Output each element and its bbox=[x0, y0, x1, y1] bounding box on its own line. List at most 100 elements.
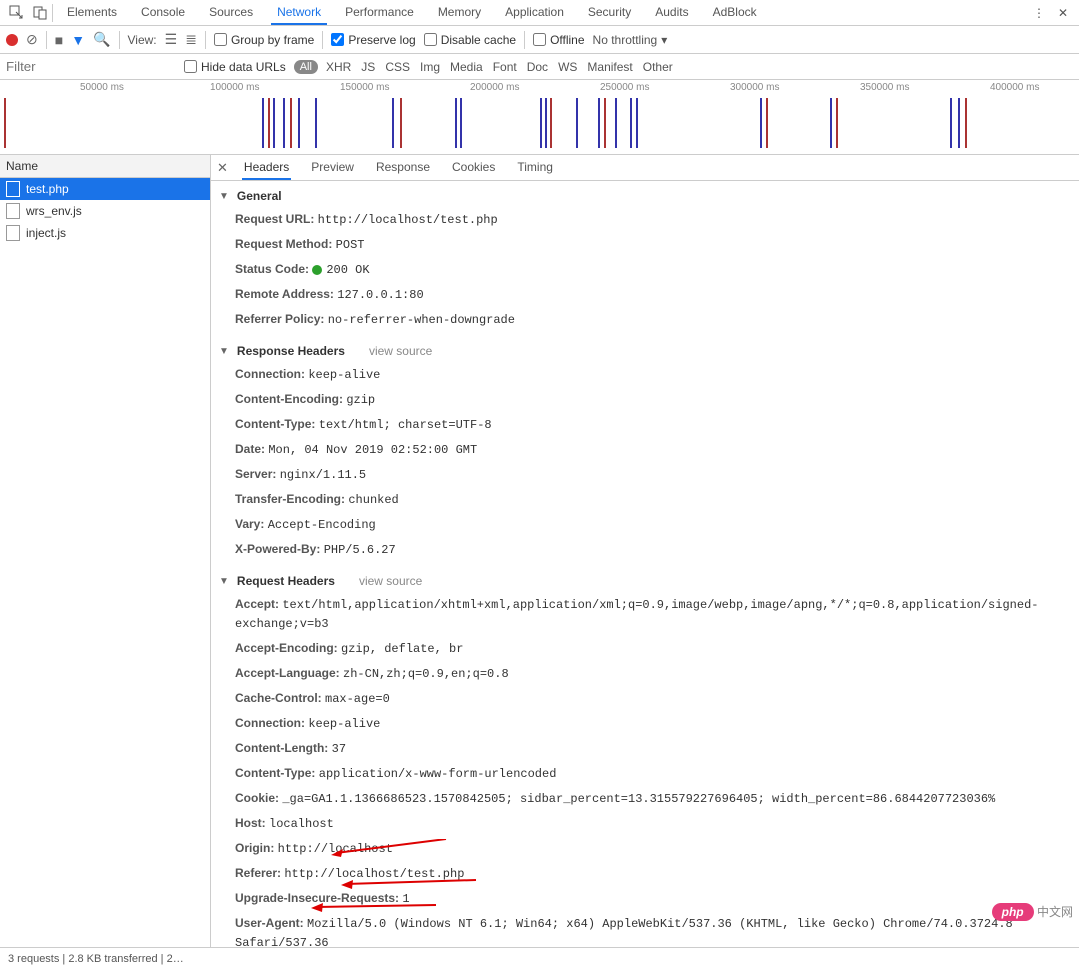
separator bbox=[524, 31, 525, 49]
chevron-down-icon: ▾ bbox=[661, 33, 667, 47]
header-key: Content-Encoding: bbox=[235, 392, 346, 406]
details-tab-response[interactable]: Response bbox=[374, 156, 432, 180]
header-value: gzip, deflate, br bbox=[341, 642, 463, 656]
header-row: Host: localhost bbox=[211, 811, 1079, 836]
header-row: Transfer-Encoding: chunked bbox=[211, 487, 1079, 512]
details-pane: ✕ Headers Preview Response Cookies Timing ▼G… bbox=[211, 155, 1079, 947]
filter-all-pill[interactable]: All bbox=[294, 60, 318, 74]
request-row[interactable]: wrs_env.js bbox=[0, 200, 210, 222]
timeline-bar bbox=[836, 98, 838, 148]
header-key: Server: bbox=[235, 467, 280, 481]
record-button[interactable] bbox=[6, 34, 18, 46]
filter-type-manifest[interactable]: Manifest bbox=[587, 60, 632, 74]
timeline-tick: 200000 ms bbox=[470, 82, 519, 93]
filter-type-xhr[interactable]: XHR bbox=[326, 60, 351, 74]
details-tab-preview[interactable]: Preview bbox=[309, 156, 356, 180]
tab-network[interactable]: Network bbox=[271, 1, 327, 25]
tab-memory[interactable]: Memory bbox=[432, 1, 487, 25]
request-row[interactable]: test.php bbox=[0, 178, 210, 200]
timeline-bar bbox=[615, 98, 617, 148]
device-toggle-icon[interactable] bbox=[28, 1, 52, 25]
tab-performance[interactable]: Performance bbox=[339, 1, 420, 25]
header-value: Accept-Encoding bbox=[268, 518, 376, 532]
view-label: View: bbox=[128, 33, 157, 47]
inspect-icon[interactable] bbox=[4, 1, 28, 25]
timeline-bar bbox=[766, 98, 768, 148]
tab-audits[interactable]: Audits bbox=[649, 1, 694, 25]
header-row: Request URL: http://localhost/test.php bbox=[211, 207, 1079, 232]
filter-type-font[interactable]: Font bbox=[493, 60, 517, 74]
section-header[interactable]: ▼Response Headersview source bbox=[211, 340, 1079, 362]
separator bbox=[52, 4, 53, 22]
filter-type-img[interactable]: Img bbox=[420, 60, 440, 74]
header-value: gzip bbox=[346, 393, 375, 407]
view-source-link[interactable]: view source bbox=[369, 344, 432, 358]
timeline-bar bbox=[273, 98, 275, 148]
filter-input[interactable] bbox=[0, 55, 178, 78]
camera-icon[interactable]: ■ bbox=[55, 32, 63, 48]
header-key: Transfer-Encoding: bbox=[235, 492, 348, 506]
timeline-tick: 350000 ms bbox=[860, 82, 909, 93]
section-header[interactable]: ▼General bbox=[211, 185, 1079, 207]
filter-type-css[interactable]: CSS bbox=[385, 60, 410, 74]
details-tab-headers[interactable]: Headers bbox=[242, 156, 291, 180]
header-key: Accept: bbox=[235, 597, 282, 611]
header-key: Cache-Control: bbox=[235, 691, 325, 705]
header-value: no-referrer-when-downgrade bbox=[328, 313, 515, 327]
header-value: keep-alive bbox=[308, 717, 380, 731]
request-name: wrs_env.js bbox=[26, 204, 82, 218]
timeline-tick: 300000 ms bbox=[730, 82, 779, 93]
tab-console[interactable]: Console bbox=[135, 1, 191, 25]
status-dot-icon bbox=[312, 265, 322, 275]
tab-sources[interactable]: Sources bbox=[203, 1, 259, 25]
header-key: Cookie: bbox=[235, 791, 282, 805]
waterfall-icon[interactable]: ≣ bbox=[185, 31, 197, 48]
separator bbox=[205, 31, 206, 49]
section-general: ▼GeneralRequest URL: http://localhost/te… bbox=[211, 181, 1079, 336]
header-key: User-Agent: bbox=[235, 916, 307, 930]
header-key: X-Powered-By: bbox=[235, 542, 324, 556]
header-value: localhost bbox=[269, 817, 334, 831]
timeline-tick: 150000 ms bbox=[340, 82, 389, 93]
close-details-icon[interactable]: ✕ bbox=[217, 160, 228, 176]
details-tab-timing[interactable]: Timing bbox=[515, 156, 555, 180]
header-key: Request URL: bbox=[235, 212, 318, 226]
caret-down-icon: ▼ bbox=[219, 346, 229, 357]
header-row: Accept: text/html,application/xhtml+xml,… bbox=[211, 592, 1079, 636]
throttling-select[interactable]: No throttling ▾ bbox=[593, 33, 668, 47]
section-header[interactable]: ▼Request Headersview source bbox=[211, 570, 1079, 592]
kebab-menu-icon[interactable]: ⋮ bbox=[1027, 1, 1051, 25]
preserve-log-checkbox[interactable]: Preserve log bbox=[331, 33, 415, 47]
filter-type-ws[interactable]: WS bbox=[558, 60, 577, 74]
header-row: X-Powered-By: PHP/5.6.27 bbox=[211, 537, 1079, 562]
name-column-header[interactable]: Name bbox=[0, 155, 210, 178]
header-key: Origin: bbox=[235, 841, 278, 855]
tab-application[interactable]: Application bbox=[499, 1, 570, 25]
request-row[interactable]: inject.js bbox=[0, 222, 210, 244]
offline-checkbox[interactable]: Offline bbox=[533, 33, 584, 47]
filter-type-doc[interactable]: Doc bbox=[527, 60, 548, 74]
clear-icon[interactable]: ⊘ bbox=[26, 31, 38, 48]
search-icon[interactable]: 🔍 bbox=[93, 31, 110, 48]
filter-icon[interactable]: ▼ bbox=[71, 32, 85, 48]
header-key: Host: bbox=[235, 816, 269, 830]
group-by-frame-checkbox[interactable]: Group by frame bbox=[214, 33, 314, 47]
view-source-link[interactable]: view source bbox=[359, 574, 422, 588]
details-tab-cookies[interactable]: Cookies bbox=[450, 156, 497, 180]
annotation-arrow bbox=[331, 839, 451, 857]
timeline-overview[interactable]: 50000 ms100000 ms150000 ms200000 ms25000… bbox=[0, 80, 1079, 155]
large-rows-icon[interactable]: ☰ bbox=[165, 31, 178, 48]
disable-cache-checkbox[interactable]: Disable cache bbox=[424, 33, 516, 47]
hide-data-urls-checkbox[interactable]: Hide data URLs bbox=[184, 60, 286, 74]
filter-type-js[interactable]: JS bbox=[361, 60, 375, 74]
caret-down-icon: ▼ bbox=[219, 191, 229, 202]
close-icon[interactable]: ✕ bbox=[1051, 1, 1075, 25]
tab-adblock[interactable]: AdBlock bbox=[707, 1, 763, 25]
header-value: POST bbox=[336, 238, 365, 252]
filter-type-media[interactable]: Media bbox=[450, 60, 483, 74]
tab-elements[interactable]: Elements bbox=[61, 1, 123, 25]
header-value: http://localhost/test.php bbox=[318, 213, 498, 227]
tab-security[interactable]: Security bbox=[582, 1, 637, 25]
filter-type-other[interactable]: Other bbox=[643, 60, 673, 74]
separator bbox=[119, 31, 120, 49]
